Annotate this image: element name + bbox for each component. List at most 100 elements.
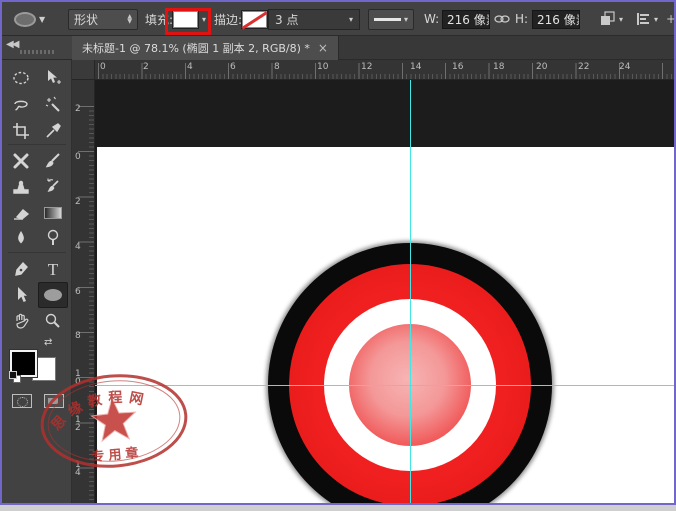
tool-mode-label: 形状 [74, 11, 98, 28]
ellipse-shape-icon [44, 289, 62, 301]
document-tab[interactable]: 未标题-1 @ 78.1% (椭圆 1 副本 2, RGB/8) * × [72, 36, 339, 60]
panel-grip[interactable] [20, 50, 54, 54]
ruler-label: 18 [493, 62, 504, 72]
ruler-label: 6 [75, 288, 84, 296]
spot-healing-brush-tool[interactable] [8, 149, 34, 173]
path-selection-tool[interactable] [8, 283, 34, 307]
ruler-origin-corner[interactable] [72, 60, 95, 80]
quick-mask-button[interactable] [12, 394, 32, 408]
stroke-color-swatch[interactable] [241, 10, 268, 29]
eraser-tool[interactable] [8, 201, 34, 225]
hand-tool[interactable] [8, 309, 34, 333]
selection-arrow-icon [13, 286, 29, 304]
solid-line-icon [374, 18, 401, 21]
fill-color-swatch[interactable] [172, 10, 199, 29]
vertical-guide[interactable] [410, 80, 411, 505]
chevron-down-icon: ▾ [349, 15, 353, 24]
water-drop-icon [13, 229, 29, 247]
spinner-icon: ▲▼ [127, 14, 132, 24]
ruler-label: 0 [75, 153, 84, 161]
document-tab-bar: 未标题-1 @ 78.1% (椭圆 1 副本 2, RGB/8) * × [72, 36, 674, 60]
lasso-icon [12, 97, 30, 113]
type-tool-icon: T [48, 260, 58, 280]
collapse-panel-button[interactable]: ◀◀ [6, 39, 17, 50]
move-icon [44, 69, 62, 87]
path-alignment-button[interactable]: ▾ [635, 2, 658, 36]
plus-icon: + [666, 12, 676, 26]
ruler-label: 4 [187, 62, 193, 72]
eraser-icon [12, 205, 30, 221]
clone-stamp-icon [12, 178, 30, 196]
elliptical-marquee-tool[interactable] [8, 66, 34, 90]
gradient-tool[interactable] [40, 201, 66, 225]
chain-link-icon [494, 14, 510, 24]
stroke-width-value: 3 点 [275, 11, 298, 28]
tool-mode-select[interactable]: 形状 ▲▼ [68, 9, 138, 30]
document-tab-title: 未标题-1 @ 78.1% (椭圆 1 副本 2, RGB/8) * [82, 40, 310, 56]
move-tool[interactable] [40, 66, 66, 90]
stroke-label: 描边: [214, 11, 242, 28]
crop-tool[interactable] [8, 119, 34, 143]
close-tab-icon[interactable]: × [318, 41, 328, 55]
healing-brush-icon [12, 152, 30, 170]
eyedropper-tool[interactable] [40, 119, 66, 143]
link-dimensions-button[interactable] [494, 2, 510, 36]
ruler-label: 2 [75, 105, 84, 113]
align-edges-icon [635, 12, 651, 26]
chevron-down-icon: ▾ [619, 15, 623, 24]
pen-tool[interactable] [8, 258, 34, 282]
shape-height-input[interactable]: 216 像素 [532, 10, 580, 29]
ruler-label: 16 [452, 62, 463, 72]
horizontal-ruler[interactable]: 0 2 4 6 8 10 12 14 16 18 20 22 24 [95, 60, 674, 80]
ruler-label: 8 [274, 62, 280, 72]
ruler-label: 20 [536, 62, 547, 72]
lasso-tool[interactable] [8, 93, 34, 117]
chevron-down-icon[interactable]: ▾ [202, 15, 206, 24]
dodge-icon [45, 229, 61, 247]
tool-preset-picker[interactable]: ▼ [14, 2, 45, 36]
ruler-label: 12 [361, 62, 372, 72]
path-arrange-button[interactable]: + [666, 2, 676, 36]
combine-shapes-icon [600, 11, 616, 27]
ruler-label: 8 [75, 332, 84, 340]
shape-width-input[interactable]: 216 像素 [442, 10, 490, 29]
watermark-stamp: 思缘教程网 专用章 [34, 366, 194, 477]
ruler-label: 24 [619, 62, 630, 72]
path-operations-button[interactable]: ▾ [600, 2, 623, 36]
swap-colors-icon[interactable]: ⇄ [44, 337, 52, 348]
magic-wand-icon [44, 96, 62, 114]
blur-tool[interactable] [8, 226, 34, 250]
ellipse-preset-icon [14, 12, 36, 27]
dodge-tool[interactable] [40, 226, 66, 250]
eyedropper-icon [44, 122, 62, 140]
ruler-label: 2 [143, 62, 149, 72]
photoshop-window: ▼ 形状 ▲▼ 填充: ▾ 描边: ▾ 3 点 ▾ ▾ [0, 0, 676, 505]
magnifier-icon [44, 312, 62, 330]
ellipse-shape-tool[interactable] [38, 282, 68, 308]
hand-icon [12, 312, 30, 330]
chevron-down-icon: ▾ [654, 15, 658, 24]
ruler-label: 22 [578, 62, 589, 72]
history-brush-icon [44, 178, 62, 196]
default-colors-icon[interactable] [9, 371, 22, 384]
ruler-label: 2 [75, 198, 84, 206]
fill-label: 填充: [145, 11, 173, 28]
stroke-type-select[interactable]: ▾ [368, 9, 414, 30]
type-tool[interactable]: T [40, 258, 66, 282]
options-bar: ▼ 形状 ▲▼ 填充: ▾ 描边: ▾ 3 点 ▾ ▾ [2, 2, 674, 36]
magic-wand-tool[interactable] [40, 93, 66, 117]
brush-icon [44, 152, 62, 170]
width-label: W: [424, 12, 439, 26]
clone-stamp-tool[interactable] [8, 175, 34, 199]
stroke-width-field[interactable]: 3 点 ▾ [268, 9, 360, 30]
tools-divider [8, 144, 66, 145]
zoom-tool[interactable] [40, 309, 66, 333]
tools-divider [8, 252, 66, 253]
elliptical-marquee-icon [12, 70, 30, 86]
history-brush-tool[interactable] [40, 175, 66, 199]
brush-tool[interactable] [40, 149, 66, 173]
height-label: H: [515, 12, 528, 26]
tools-panel-header: ◀◀ [2, 36, 72, 60]
ruler-label: 6 [230, 62, 236, 72]
pen-icon [12, 261, 30, 279]
